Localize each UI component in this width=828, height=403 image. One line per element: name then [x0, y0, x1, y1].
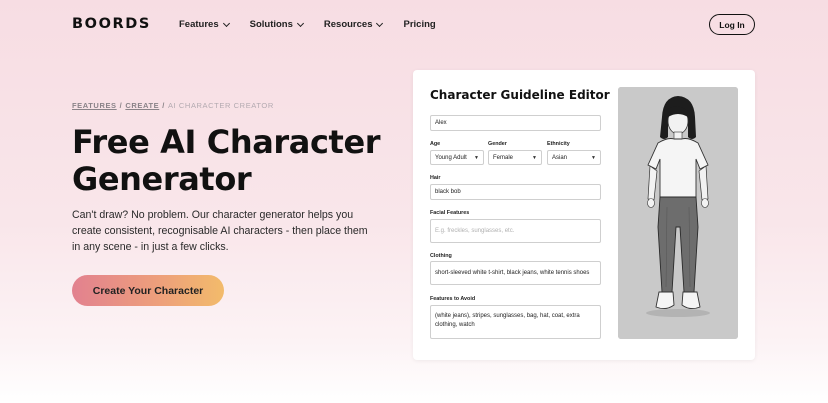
breadcrumb-current: AI CHARACTER CREATOR — [167, 101, 274, 110]
gender-value: Female — [493, 154, 514, 161]
top-navigation: BOORDS Features Solutions Resources Pric… — [0, 0, 828, 50]
breadcrumb-features[interactable]: FEATURES — [72, 101, 117, 110]
clothing-field[interactable]: short-sleeved white t-shirt, black jeans… — [430, 261, 601, 285]
nav-resources[interactable]: Resources — [323, 19, 384, 30]
breadcrumb-separator: / — [119, 101, 123, 110]
chevron-down-icon — [376, 19, 384, 27]
clothing-label: Clothing — [430, 253, 452, 259]
nav-solutions[interactable]: Solutions — [249, 19, 304, 30]
hero-description: Can't draw? No problem. Our character ge… — [72, 209, 368, 253]
dropdown-arrow-icon: ▼ — [591, 154, 596, 161]
nav-features-label: Features — [179, 19, 219, 30]
age-label: Age — [430, 141, 441, 147]
character-preview-image — [618, 87, 738, 339]
nav-solutions-label: Solutions — [249, 19, 293, 30]
breadcrumb: FEATURES / CREATE / AI CHARACTER CREATOR — [72, 101, 274, 110]
nav-resources-label: Resources — [323, 19, 373, 30]
character-illustration — [618, 87, 738, 339]
nav-features[interactable]: Features — [179, 19, 230, 30]
page-title-line-1: Free AI Character — [72, 123, 381, 161]
name-field[interactable]: Alex — [430, 115, 601, 131]
dropdown-arrow-icon: ▼ — [532, 154, 537, 161]
age-value: Young Adult — [435, 154, 467, 161]
boords-logo[interactable]: BOORDS — [72, 16, 151, 32]
features-to-avoid-label: Features to Avoid — [430, 296, 476, 302]
age-select[interactable]: Young Adult ▼ — [430, 150, 484, 165]
page-title: Free AI Character Generator — [72, 124, 402, 198]
chevron-down-icon — [222, 19, 230, 27]
ethnicity-label: Ethnicity — [547, 141, 570, 147]
ethnicity-value: Asian — [552, 154, 568, 161]
page-title-line-2: Generator — [72, 160, 252, 198]
hair-label: Hair — [430, 175, 441, 181]
gender-label: Gender — [488, 141, 507, 147]
nav-links: Features Solutions Resources Pricing — [179, 19, 457, 30]
hair-field[interactable]: black bob — [430, 184, 601, 200]
features-to-avoid-field[interactable]: (white jeans), stripes, sunglasses, bag,… — [430, 305, 601, 339]
gender-select[interactable]: Female ▼ — [488, 150, 542, 165]
create-character-button[interactable]: Create Your Character — [72, 275, 224, 306]
ethnicity-select[interactable]: Asian ▼ — [547, 150, 601, 165]
character-editor-card: Character Guideline Editor Alex Age Gend… — [413, 70, 755, 360]
chevron-down-icon — [296, 19, 304, 27]
dropdown-arrow-icon: ▼ — [474, 154, 479, 161]
facial-features-field[interactable]: E.g. freckles, sunglasses, etc. — [430, 219, 601, 243]
facial-features-label: Facial Features — [430, 210, 470, 216]
login-button[interactable]: Log In — [709, 14, 755, 35]
editor-title: Character Guideline Editor — [430, 88, 610, 102]
nav-pricing-label: Pricing — [403, 19, 436, 30]
breadcrumb-create[interactable]: CREATE — [125, 101, 159, 110]
breadcrumb-separator: / — [162, 101, 165, 110]
nav-pricing[interactable]: Pricing — [403, 19, 435, 30]
